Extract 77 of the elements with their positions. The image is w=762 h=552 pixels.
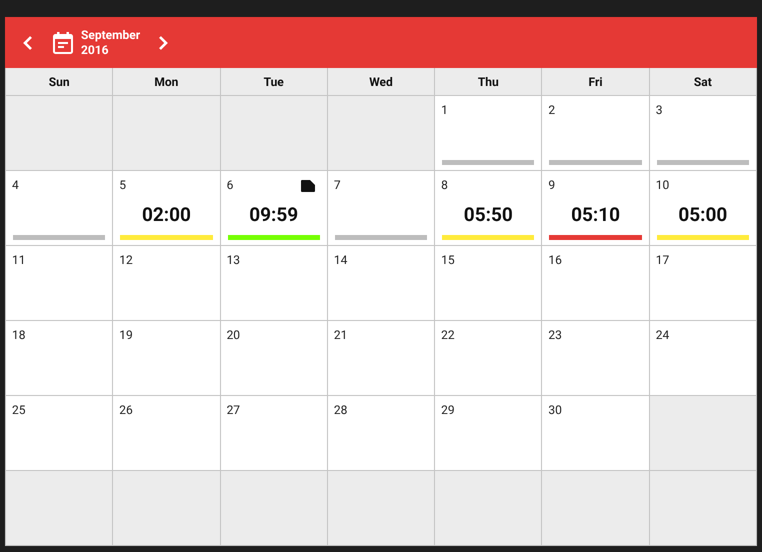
time-text: 05:50 [464,202,513,228]
weekday-header: Fri [542,68,650,96]
day-cell[interactable]: 30 [542,396,650,471]
day-number: 8 [441,177,448,193]
day-number: 26 [119,402,133,418]
day-cell[interactable]: 7 [328,171,436,246]
day-cell[interactable]: 22 [435,321,542,396]
day-cell[interactable]: 21 [328,321,436,396]
day-number: 24 [656,327,670,343]
day-number: 29 [441,402,455,418]
day-cell[interactable]: 6 09:59 [220,171,328,246]
weekday-header: Mon [113,68,221,96]
day-number: 6 [226,177,234,193]
day-number: 7 [334,177,341,193]
day-number: 17 [656,252,670,268]
day-cell[interactable]: 24 [650,321,757,396]
day-cell[interactable]: 23 [542,321,650,396]
day-number: 19 [119,327,133,343]
day-cell[interactable]: 27 [220,396,328,471]
weekday-header: Thu [435,68,542,96]
year-label: 2016 [81,42,110,58]
day-cell[interactable]: 18 [6,321,114,396]
day-cell[interactable]: 16 [542,246,650,321]
chevron-left-icon [23,36,33,50]
day-number: 1 [441,102,448,118]
day-cell[interactable]: 25 [6,396,114,471]
day-number: 13 [226,252,240,268]
day-cell[interactable]: 11 [6,246,114,321]
day-number: 18 [12,327,26,343]
day-cell[interactable]: 20 [220,321,328,396]
day-number: 21 [334,327,348,343]
day-cell[interactable]: 15 [435,246,542,321]
day-number: 28 [334,402,348,418]
day-cell[interactable]: 2 [542,96,650,171]
time-text: 02:00 [142,202,191,228]
weekday-header: Wed [328,68,436,96]
day-cell[interactable]: 12 [113,246,221,321]
time-text: 05:10 [571,202,620,228]
calendar-icon [53,32,73,54]
day-number: 15 [441,252,455,268]
day-cell[interactable]: 14 [328,246,436,321]
day-number: 22 [441,327,455,343]
day-cell[interactable]: 19 [113,321,221,396]
day-number: 25 [12,402,26,418]
time-text: 05:00 [678,202,728,228]
day-cell[interactable]: 13 [220,246,328,321]
day-number: 14 [334,252,348,268]
day-number: 23 [548,327,562,343]
day-cell[interactable]: 17 [650,246,757,321]
day-number: 27 [226,402,240,418]
day-number: 4 [12,177,19,193]
day-number: 16 [548,252,562,268]
chevron-right-icon [158,36,168,50]
day-number: 5 [119,177,126,193]
weekday-header: Sat [650,68,757,96]
day-cell[interactable]: 5 02:00 [113,171,221,246]
month-label: September [81,28,140,42]
day-cell[interactable]: 1 [435,96,542,171]
day-cell[interactable]: 4 [6,171,114,246]
day-number: 3 [656,102,662,118]
day-number: 11 [12,252,26,268]
day-number: 9 [548,177,556,193]
day-number: 30 [548,402,562,418]
day-number: 10 [656,177,670,193]
day-number: 20 [226,327,240,343]
day-number: 2 [548,102,556,118]
day-cell[interactable]: 29 [435,396,542,471]
day-cell[interactable]: 28 [328,396,436,471]
day-number: 12 [119,252,133,268]
time-text: 09:59 [249,202,298,228]
weekday-header: Tue [220,68,328,96]
day-cell[interactable]: 9 05:10 [542,171,650,246]
day-cell[interactable]: 26 [113,396,221,471]
day-cell[interactable]: 10 05:00 [650,171,757,246]
day-cell[interactable]: 3 [650,96,757,171]
weekday-header: Sun [6,68,114,96]
day-cell[interactable]: 8 05:50 [435,171,542,246]
